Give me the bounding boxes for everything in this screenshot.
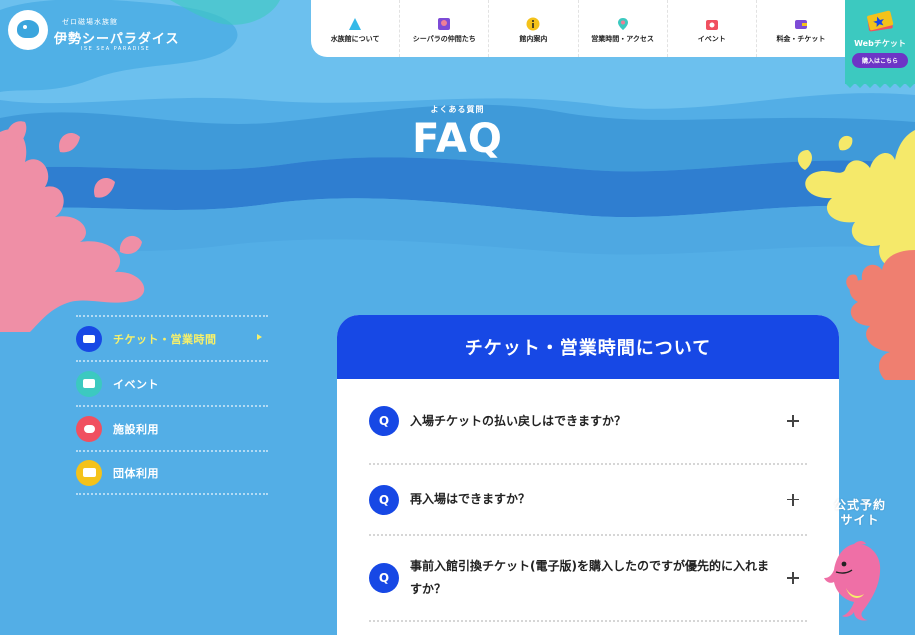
bus-icon [76,459,102,486]
logo-subtitle: ゼロ磁場水族館 [62,18,118,26]
faq-category-nav: チケット・営業時間 イベント 施設利用 団体利用 [76,315,268,495]
camera-icon [705,20,718,30]
nav-label: 料金・チケット [776,35,826,43]
logo-english: ISE SEA PARADISE [81,46,151,52]
sidebar-item-label: 団体利用 [113,466,159,480]
facility-icon [76,415,102,442]
nav-item-event[interactable]: イベント [668,0,757,57]
friends-icon [438,18,451,30]
nav-item-hours-access[interactable]: 営業時間・アクセス [579,0,668,57]
nav-item-friends[interactable]: シーパラの仲間たち [400,0,490,57]
sidebar-item-facility[interactable]: 施設利用 [76,405,268,450]
sidebar-item-group[interactable]: 団体利用 [76,450,268,495]
faq-question-row[interactable]: Q 入場チケットの払い戻しはできますか？ [369,379,807,465]
logo-title: 伊勢シーパラダイス [54,32,180,47]
reservation-label-line2: サイト [840,513,880,527]
nav-item-price-ticket[interactable]: 料金・チケット [757,0,845,57]
wallet-icon [794,20,807,29]
web-ticket-button[interactable]: Webチケット 購入はこちら [845,0,915,88]
nav-label: 営業時間・アクセス [591,35,654,43]
ticket-icon [867,10,894,32]
faq-section-header: チケット・営業時間について [337,315,839,379]
info-icon [526,17,540,31]
sidebar-item-event[interactable]: イベント [76,360,268,405]
question-marker: Q [369,406,399,436]
ticket-icon [76,325,102,352]
faq-question-text: 入場チケットの払い戻しはできますか？ [410,413,627,428]
faq-question-text: 再入場はできますか？ [410,492,531,506]
buy-here-button[interactable]: 購入はこちら [852,53,908,68]
nav-item-aquarium[interactable]: 水族館について [311,0,401,57]
faq-card: チケット・営業時間について Q 入場チケットの払い戻しはできますか？ Q 再入場… [337,315,839,635]
map-pin-icon [617,18,628,30]
coral-decoration-left [0,121,145,332]
reservation-label-line1: 公式予約 [833,498,886,512]
dolphin-icon[interactable] [824,540,886,622]
aquarium-icon [349,18,362,30]
expand-plus-icon[interactable] [787,572,799,584]
sidebar-item-label: 施設利用 [113,422,159,436]
question-marker: Q [369,484,399,515]
question-marker: Q [369,563,399,593]
nav-label: イベント [697,35,726,43]
active-arrow-icon [257,334,262,340]
faq-list: Q 入場チケットの払い戻しはできますか？ Q 再入場はできますか？ Q 事前入館… [337,379,839,622]
nav-label: シーパラの仲間たち [412,35,476,43]
nav-label: 館内案内 [519,35,548,43]
sidebar-item-ticket-hours[interactable]: チケット・営業時間 [76,315,268,360]
expand-plus-icon[interactable] [787,415,799,427]
dolphin-logo-icon [8,10,48,50]
camera-icon [76,370,102,397]
web-ticket-label: Webチケット [854,39,906,48]
sidebar-item-label: チケット・営業時間 [113,332,217,346]
sidebar-item-label: イベント [113,377,159,391]
site-logo[interactable]: ゼロ磁場水族館 伊勢シーパラダイス ISE SEA PARADISE [8,8,178,58]
faq-section-title: チケット・営業時間について [464,338,712,359]
global-nav: 水族館について シーパラの仲間たち 館内案内 営業時間・アクセス イベント 料金… [311,0,845,57]
nav-item-floor-guide[interactable]: 館内案内 [489,0,579,57]
expand-plus-icon[interactable] [787,493,799,506]
official-reservation-link[interactable]: 公式予約 サイト [820,498,900,528]
faq-question-row[interactable]: Q 事前入館引換チケット(電子版)を購入したのですが優先的に入れますか？ [369,536,807,622]
zigzag-edge [845,83,915,88]
nav-label: 水族館について [330,35,380,43]
faq-question-text: 事前入館引換チケット(電子版)を購入したのですが優先的に入れますか？ [410,559,769,596]
faq-question-row[interactable]: Q 再入場はできますか？ [369,465,807,536]
